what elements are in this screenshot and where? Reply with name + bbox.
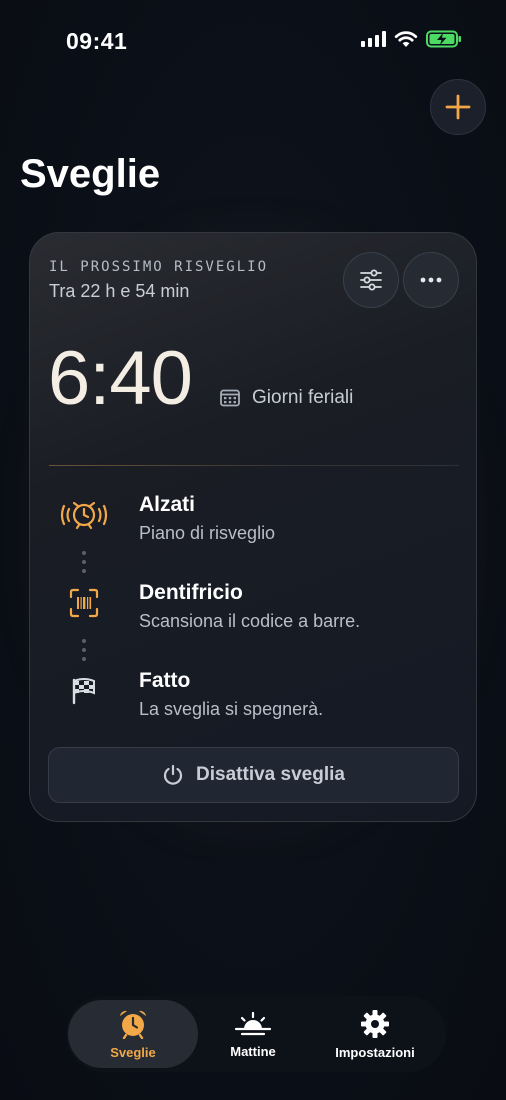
more-options-button[interactable] [403,252,459,308]
tab-label: Mattine [230,1043,276,1059]
page-title: Sveglie [20,152,161,196]
alarm-clock-icon [120,1010,146,1039]
ellipsis-icon [420,277,442,283]
next-alarm-label: IL PROSSIMO RISVEGLIO [49,259,269,275]
step-title: Alzati [139,493,196,516]
step-description: Scansiona il codice a barre. [139,611,361,631]
ringing-alarm-icon [60,495,108,535]
disable-alarm-button[interactable]: Disattiva sveglia [48,747,459,803]
step-wake-up: Alzati Piano di risveglio [30,493,478,553]
step-done: Fatto La sveglia si spegnerà. [30,669,478,729]
status-icons [361,30,462,48]
sunrise-icon [234,1011,272,1035]
next-alarm-card[interactable]: IL PROSSIMO RISVEGLIO Tra 22 h e 54 min … [29,232,477,822]
add-alarm-button[interactable] [430,79,486,135]
wifi-icon [394,30,418,48]
step-description: Piano di risveglio [139,523,276,543]
cellular-signal-icon [361,31,386,47]
battery-charging-icon [426,30,462,48]
screen: 09:41 Sveglie IL PROSSIMO RISVEGLIO Tra … [0,0,506,1100]
alarm-settings-button[interactable] [343,252,399,308]
step-description: La sveglia si spegnerà. [139,699,324,719]
tab-mattine[interactable]: Mattine [196,1000,310,1068]
tab-label: Sveglie [110,1044,156,1060]
alarm-countdown: Tra 22 h e 54 min [49,281,190,301]
step-connector [82,551,86,578]
status-bar: 09:41 [0,0,506,84]
tab-label: Impostazioni [335,1044,415,1060]
disable-alarm-label: Disattiva sveglia [196,764,345,785]
barcode-scan-icon [60,583,108,623]
power-icon [163,764,183,785]
tab-bar: Sveglie Mattine Impostazioni [66,996,446,1072]
tab-sveglie[interactable]: Sveglie [68,1000,198,1068]
checkered-flag-icon [60,671,108,711]
sliders-icon [360,269,382,291]
status-time: 09:41 [66,28,128,54]
days-label: Giorni feriali [252,387,354,408]
step-title: Fatto [139,669,191,692]
alarm-days: Giorni feriali [220,387,353,409]
tab-impostazioni[interactable]: Impostazioni [316,1000,434,1068]
step-title: Dentifricio [139,581,243,604]
step-toothpaste: Dentifricio Scansiona il codice a barre. [30,581,478,641]
alarm-time: 6:40 [48,336,193,421]
gear-icon [361,1009,389,1038]
card-divider [49,465,459,466]
step-connector [82,639,86,666]
calendar-icon [220,389,240,407]
plus-icon [445,94,471,120]
